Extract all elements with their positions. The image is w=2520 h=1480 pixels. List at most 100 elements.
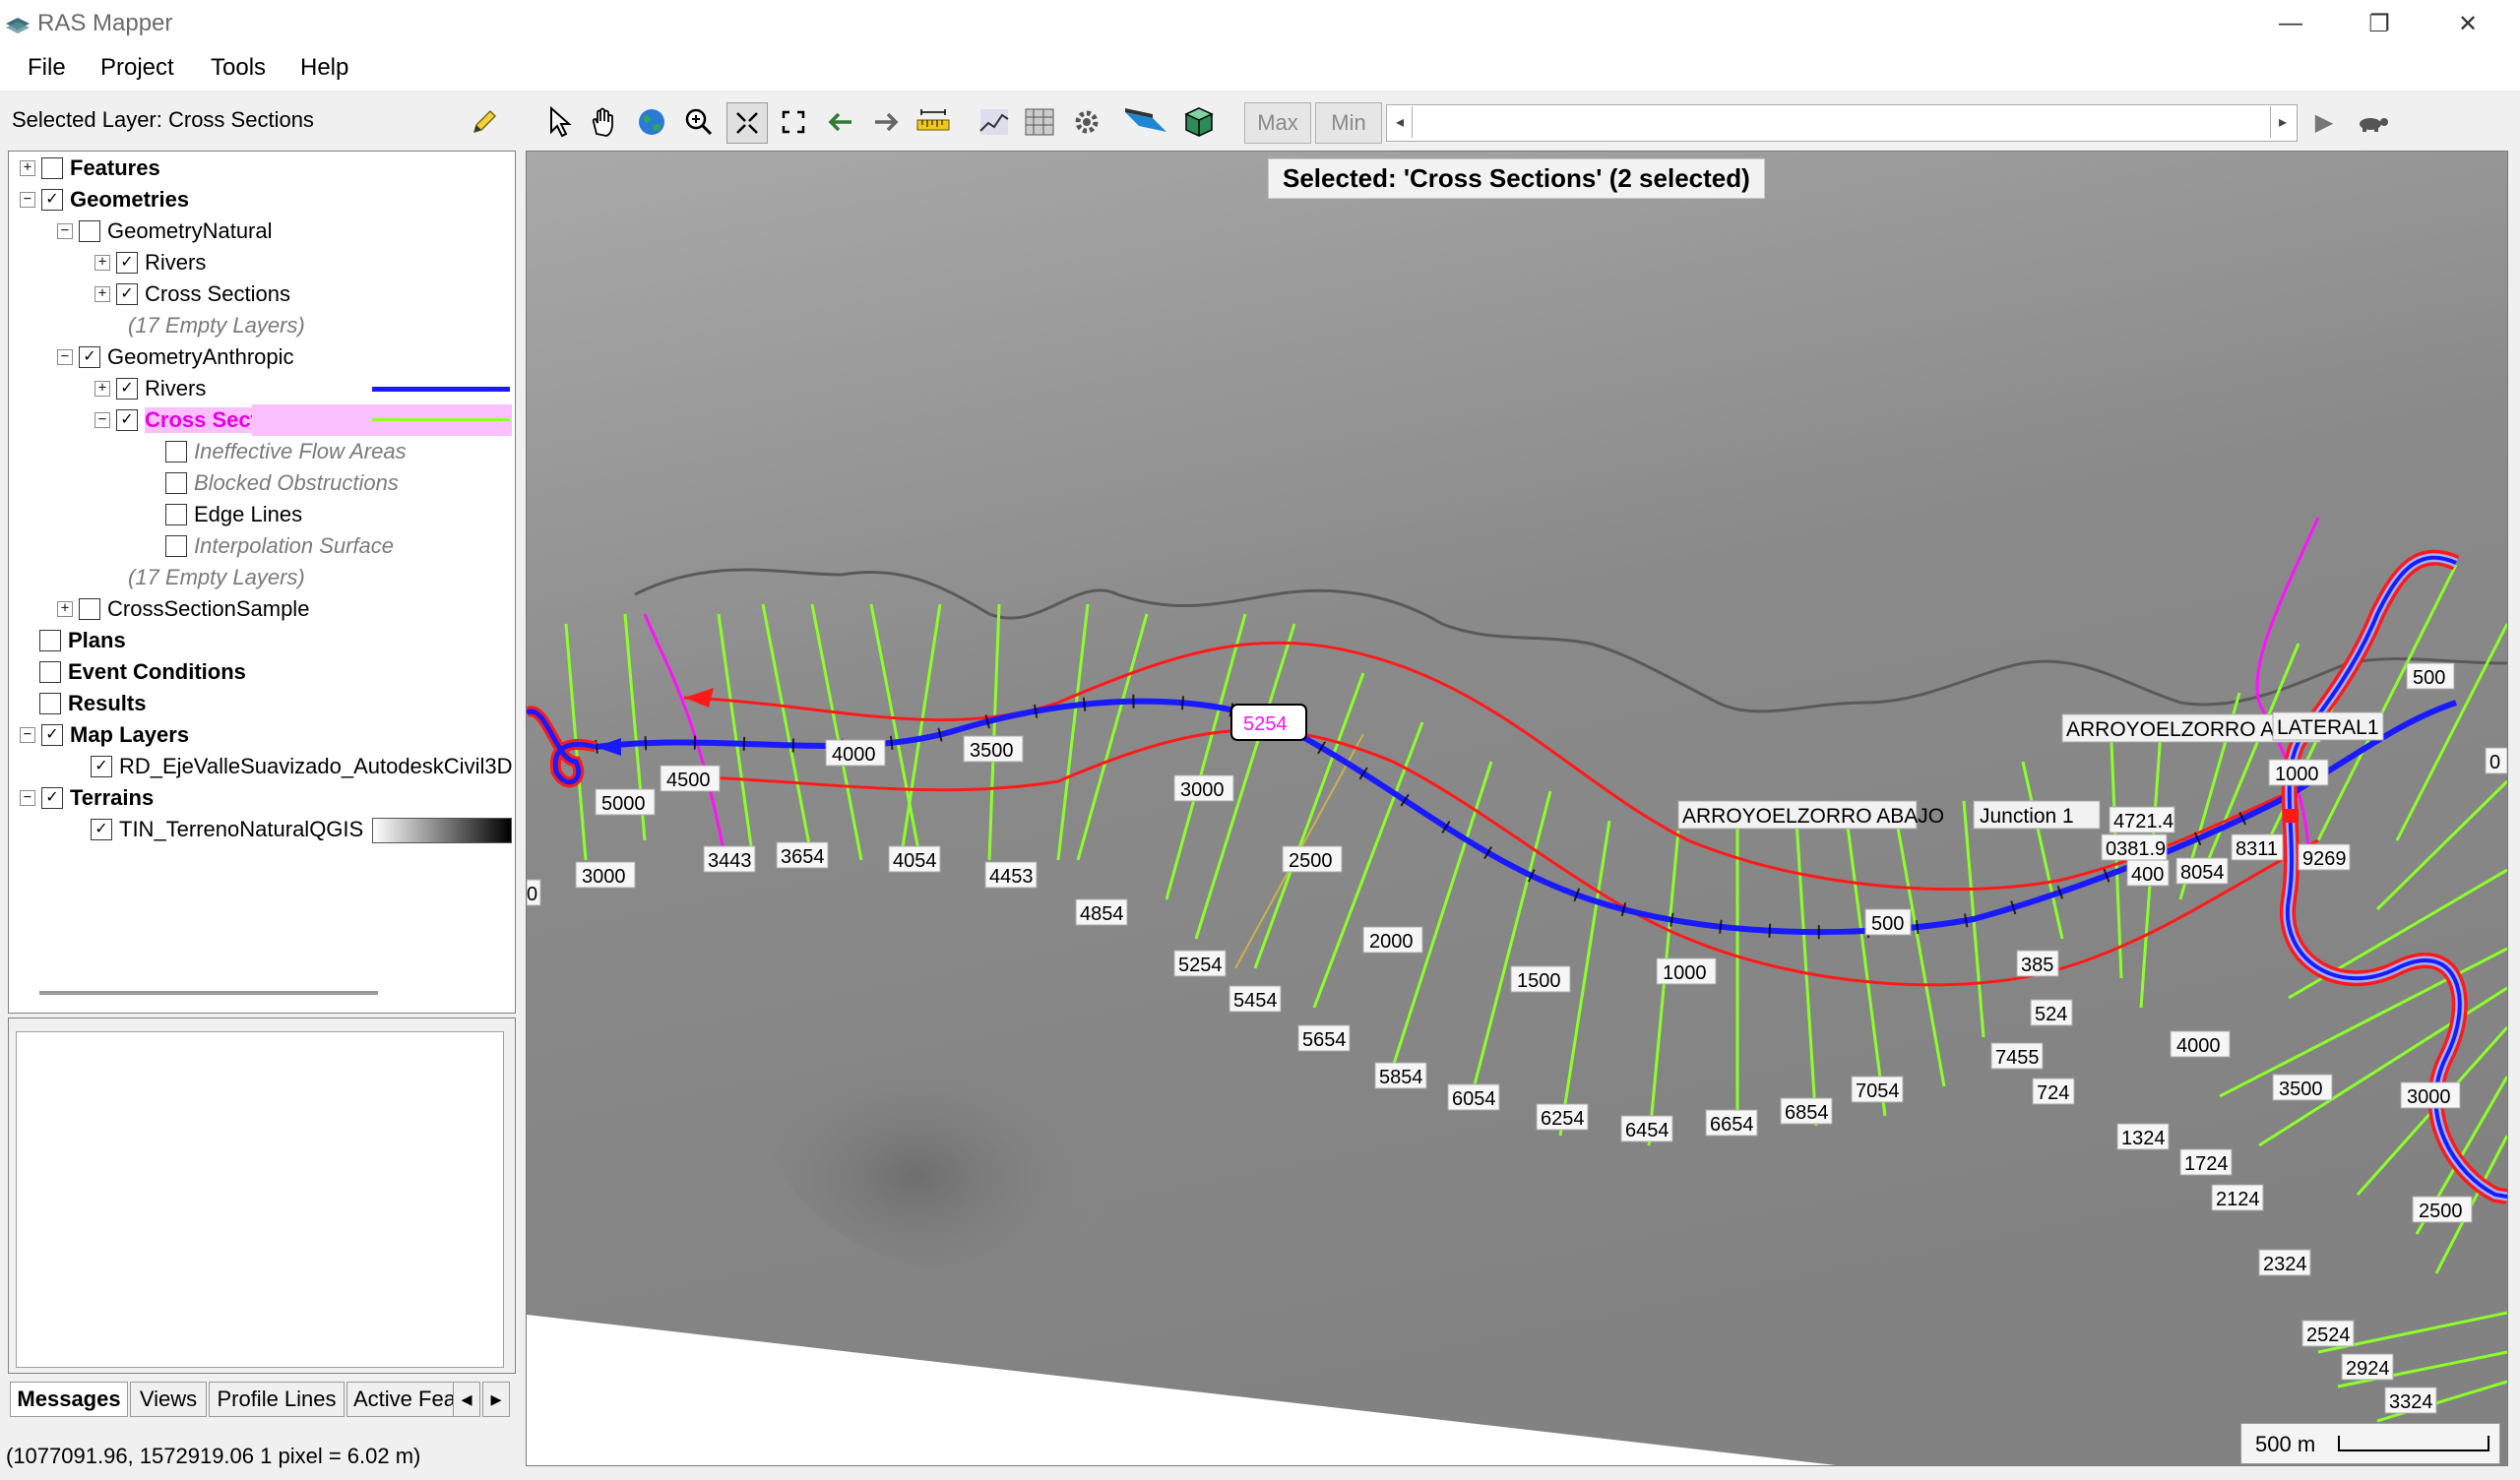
checkbox-checked[interactable]: ✓ [41, 787, 63, 809]
tree-item-map-layers[interactable]: − ✓ Map Layers [20, 719, 189, 751]
checkbox-checked[interactable]: ✓ [116, 283, 138, 305]
junction-marker-icon [2285, 809, 2299, 823]
profile-icon[interactable] [975, 102, 1014, 142]
water-layer-icon[interactable] [1122, 102, 1169, 142]
collapse-icon[interactable]: − [20, 727, 35, 743]
svg-text:400: 400 [2131, 864, 2164, 886]
checkbox[interactable] [79, 220, 100, 242]
checkbox[interactable] [41, 157, 63, 179]
expand-icon[interactable]: + [94, 381, 110, 397]
expand-icon[interactable]: + [94, 286, 110, 302]
gear-tool-icon[interactable] [1067, 102, 1106, 142]
collapse-icon[interactable]: − [57, 349, 73, 365]
xs-label-3324: 3324 [2384, 1387, 2437, 1414]
xs-label-1324: 1324 [2116, 1123, 2170, 1150]
expand-icon[interactable]: + [57, 601, 73, 617]
time-slider[interactable] [1386, 104, 2298, 142]
play-icon[interactable]: ▶ [2309, 106, 2339, 138]
slider-right-icon[interactable]: ▸ [2270, 106, 2295, 138]
close-button[interactable]: ✕ [2424, 0, 2512, 47]
collapse-icon[interactable]: − [94, 412, 110, 428]
tree-item-blocked-obstructions[interactable]: Blocked Obstructions [165, 467, 399, 499]
checkbox-checked[interactable]: ✓ [116, 409, 138, 431]
tree-item-gn-empty-layers[interactable]: (17 Empty Layers) [128, 310, 305, 341]
pan-hand-icon[interactable] [583, 102, 622, 142]
checkbox-checked[interactable]: ✓ [91, 756, 112, 777]
tree-item-ineffective-flow-areas[interactable]: Ineffective Flow Areas [165, 436, 407, 467]
checkbox[interactable] [165, 504, 187, 525]
tree-item-ga-empty-layers[interactable]: (17 Empty Layers) [128, 562, 305, 593]
tree-item-gn-rivers[interactable]: + ✓ Rivers [94, 247, 206, 278]
pencil-edit-icon[interactable] [471, 108, 498, 136]
zoom-in-icon[interactable] [679, 102, 719, 142]
tree-item-event-conditions[interactable]: Event Conditions [39, 656, 246, 688]
svg-text:5654: 5654 [1302, 1029, 1347, 1051]
tree-item-tin-layer[interactable]: ✓ TIN_TerrenoNaturalQGIS [91, 814, 363, 845]
forward-arrow-icon[interactable] [866, 102, 906, 142]
zoom-extent-icon[interactable] [726, 102, 768, 144]
checkbox[interactable] [39, 661, 61, 683]
tab-profile-lines[interactable]: Profile Lines [209, 1382, 345, 1417]
tree-item-results[interactable]: Results [39, 688, 146, 719]
min-button[interactable]: Min [1315, 102, 1382, 144]
checkbox[interactable] [165, 535, 187, 557]
checkbox[interactable] [79, 598, 100, 620]
tree-item-terrains[interactable]: − ✓ Terrains [20, 782, 154, 814]
checkbox-checked[interactable]: ✓ [41, 189, 63, 211]
tree-item-gn-cross-sections[interactable]: + ✓ Cross Sections [94, 278, 290, 310]
checkbox[interactable] [39, 630, 61, 651]
tree-item-ga-rivers[interactable]: + ✓ Rivers [94, 373, 206, 404]
collapse-icon[interactable]: − [20, 192, 35, 208]
tree-item-edge-lines[interactable]: Edge Lines [165, 499, 302, 530]
collapse-icon[interactable]: − [57, 223, 73, 239]
tree-item-rd-layer[interactable]: ✓ RD_EjeValleSuavizado_AutodeskCivil3D [91, 751, 514, 782]
selection-banner: Selected: 'Cross Sections' (2 selected) [1268, 158, 1765, 199]
tab-views[interactable]: Views [130, 1382, 207, 1417]
3d-view-icon[interactable] [1179, 102, 1219, 142]
tab-scroll-right-icon[interactable]: ▸ [482, 1382, 510, 1417]
checkbox-checked[interactable]: ✓ [41, 724, 63, 746]
max-button[interactable]: Max [1244, 102, 1311, 144]
svg-text:2500: 2500 [1289, 850, 1333, 872]
back-arrow-icon[interactable] [821, 102, 860, 142]
tree-item-cross-section-sample[interactable]: + CrossSectionSample [57, 593, 309, 625]
full-extent-icon[interactable] [774, 102, 813, 142]
menu-file[interactable]: File [28, 54, 66, 82]
checkbox-checked[interactable]: ✓ [91, 819, 112, 840]
restore-button[interactable]: ❐ [2335, 0, 2424, 47]
menu-project[interactable]: Project [100, 54, 174, 82]
tree-horizontal-scrollbar[interactable] [39, 991, 378, 995]
menu-help[interactable]: Help [300, 54, 348, 82]
map-canvas[interactable]: 4000 3500 3000 2500 2000 1500 1000 500 5… [526, 151, 2508, 1466]
station-label-0-east: 0 [2485, 747, 2507, 774]
measure-ruler-icon[interactable] [914, 102, 953, 142]
svg-text:2000: 2000 [1369, 931, 1414, 953]
minimize-button[interactable]: — [2246, 0, 2335, 47]
tab-messages[interactable]: Messages [10, 1382, 128, 1417]
globe-icon[interactable] [632, 102, 671, 142]
slider-left-icon[interactable]: ◂ [1388, 106, 1413, 138]
tab-scroll-left-icon[interactable]: ◂ [453, 1382, 480, 1417]
checkbox-checked[interactable]: ✓ [79, 346, 100, 368]
select-arrow-icon[interactable] [539, 102, 579, 142]
tree-item-interpolation-surface[interactable]: Interpolation Surface [165, 530, 394, 562]
station-label-3500b: 3500 [2272, 1074, 2333, 1101]
menu-tools[interactable]: Tools [211, 54, 266, 82]
checkbox[interactable] [165, 441, 187, 462]
collapse-icon[interactable]: − [20, 790, 35, 806]
checkbox-checked[interactable]: ✓ [116, 378, 138, 400]
grid-icon[interactable] [1020, 102, 1059, 142]
turtle-speed-icon[interactable] [2355, 110, 2394, 138]
expand-icon[interactable]: + [94, 255, 110, 271]
tree-item-plans[interactable]: Plans [39, 625, 126, 656]
tree-item-geometry-anthropic[interactable]: − ✓ GeometryAnthropic [57, 341, 294, 373]
tree-item-features[interactable]: + Features [20, 153, 160, 184]
checkbox-checked[interactable]: ✓ [116, 252, 138, 274]
tree-item-geometries[interactable]: − ✓ Geometries [20, 184, 189, 216]
checkbox[interactable] [39, 693, 61, 714]
expand-icon[interactable]: + [20, 160, 35, 176]
svg-text:9269: 9269 [2302, 848, 2347, 870]
tree-item-geometry-natural[interactable]: − GeometryNatural [57, 216, 273, 247]
checkbox[interactable] [165, 472, 187, 494]
tab-active-features[interactable]: Active Fea [346, 1382, 465, 1417]
